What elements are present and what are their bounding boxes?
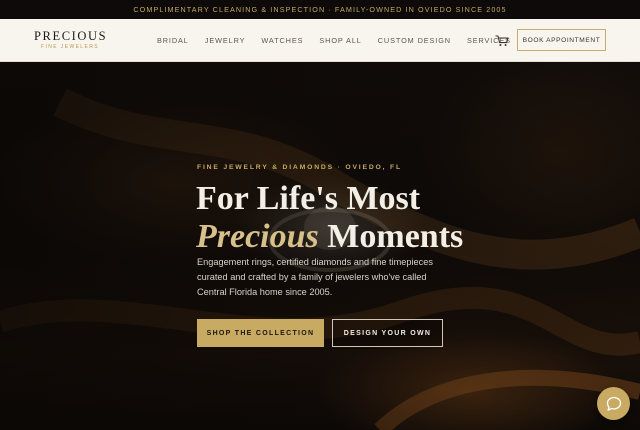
announcement-bar: COMPLIMENTARY CLEANING & INSPECTION · FA…	[0, 0, 640, 19]
hero-section: FINE JEWELRY & DIAMONDS · OVIEDO, FL For…	[0, 62, 640, 430]
shop-collection-button[interactable]: SHOP THE COLLECTION	[197, 319, 324, 347]
nav-item-watches[interactable]: WATCHES	[261, 36, 303, 45]
main-nav: BRIDAL JEWELRY WATCHES SHOP ALL CUSTOM D…	[157, 19, 527, 61]
hero-title-emphasis: Precious	[196, 218, 319, 255]
book-appointment-button[interactable]: BOOK APPOINTMENT	[517, 29, 606, 51]
brand-tagline: FINE JEWELERS	[41, 44, 99, 50]
brand-name: PRECIOUS	[34, 29, 108, 43]
nav-item-shop-all[interactable]: SHOP ALL	[319, 36, 361, 45]
hero-eyebrow: FINE JEWELRY & DIAMONDS · OVIEDO, FL	[197, 164, 402, 171]
chat-bubble-icon[interactable]	[597, 387, 630, 420]
design-your-own-button[interactable]: DESIGN YOUR OWN	[332, 319, 443, 347]
hero-title-line2: Moments	[318, 218, 464, 255]
shopping-cart-icon[interactable]	[495, 34, 509, 46]
nav-item-bridal[interactable]: BRIDAL	[157, 36, 189, 45]
nav-item-jewelry[interactable]: JEWELRY	[205, 36, 246, 45]
hero-title-line1: For Life's Most	[196, 180, 421, 217]
brand-logo[interactable]: PRECIOUS FINE JEWELERS	[34, 30, 106, 50]
announcement-text: COMPLIMENTARY CLEANING & INSPECTION · FA…	[133, 5, 507, 14]
hero-description: Engagement rings, certified diamonds and…	[197, 257, 433, 297]
nav-item-custom-design[interactable]: CUSTOM DESIGN	[378, 36, 451, 45]
site-header: PRECIOUS FINE JEWELERS BRIDAL JEWELRY WA…	[0, 19, 640, 62]
hero-title: For Life's Most Precious Moments	[196, 180, 463, 256]
